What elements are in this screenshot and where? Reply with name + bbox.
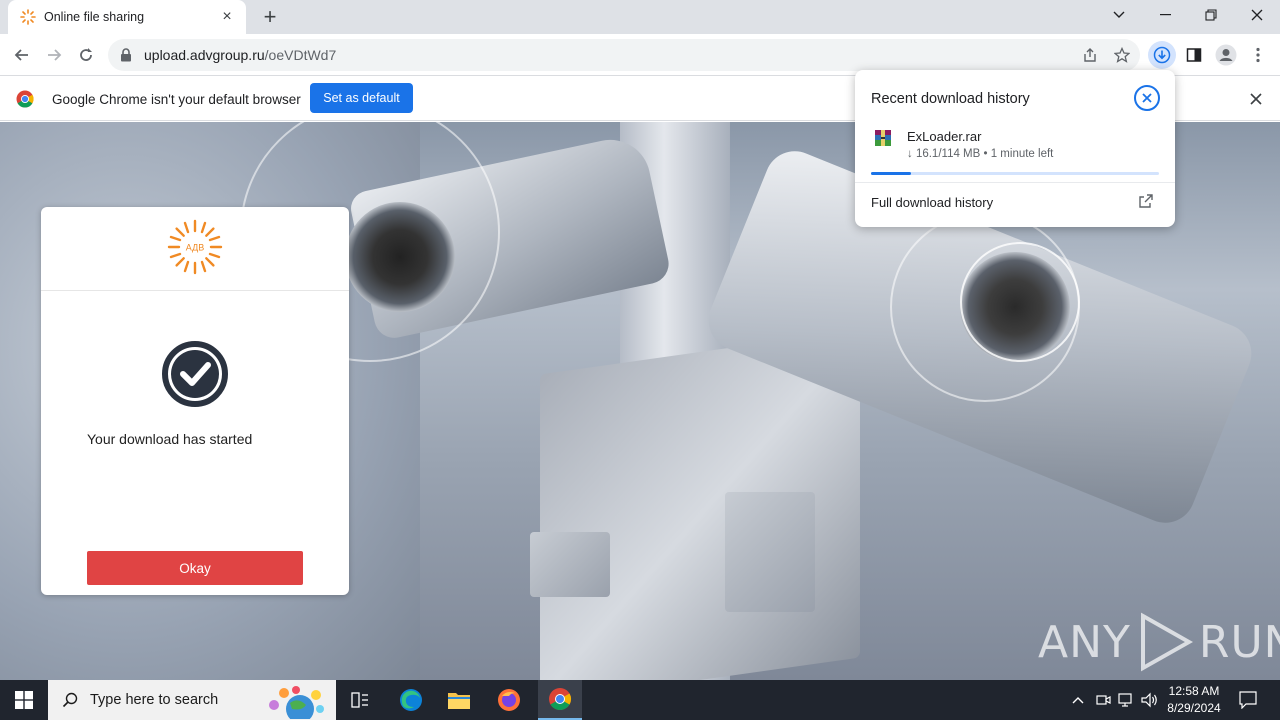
downloads-button[interactable]	[1148, 41, 1176, 69]
download-started-dialog: АДВ Your download has started Okay	[41, 207, 349, 595]
lock-icon[interactable]	[120, 48, 134, 62]
full-download-history-link[interactable]: Full download history	[871, 195, 993, 210]
taskbar-clock[interactable]: 12:58 AM 8/29/2024	[1166, 683, 1222, 717]
divider	[855, 182, 1175, 183]
download-started-message: Your download has started	[87, 431, 253, 447]
play-triangle-icon	[1140, 612, 1193, 672]
minimize-button[interactable]	[1142, 0, 1188, 30]
notification-center-icon[interactable]	[1237, 690, 1259, 710]
network-icon[interactable]	[1117, 690, 1137, 710]
task-view-icon[interactable]	[342, 680, 378, 720]
show-hidden-icons-chevron-icon[interactable]	[1068, 690, 1088, 710]
firefox-icon[interactable]	[490, 680, 528, 720]
open-external-icon[interactable]	[1139, 194, 1155, 210]
bookmark-star-icon[interactable]	[1111, 44, 1133, 66]
download-progress-fill	[871, 172, 912, 175]
browser-tab[interactable]: Online file sharing ×	[8, 0, 246, 34]
set-as-default-button[interactable]: Set as default	[310, 83, 413, 113]
download-bubble-close-icon[interactable]	[1134, 85, 1160, 111]
checkmark-circle-icon	[162, 341, 228, 407]
download-bubble: Recent download history ExLoader.rar ↓ 1…	[855, 70, 1175, 227]
address-bar[interactable]: upload.advgroup.ru/oeVDtWd7	[108, 39, 1140, 71]
search-highlight-illustration-icon	[262, 683, 328, 720]
edge-browser-icon[interactable]	[392, 680, 430, 720]
junction-box-image	[725, 492, 815, 612]
close-window-button[interactable]	[1234, 0, 1280, 30]
forward-button[interactable]	[40, 41, 68, 69]
windows-taskbar: Type here to search 12:58 AM 8/29/2024	[0, 680, 1280, 720]
url-path: /oeVDtWd7	[264, 47, 337, 63]
download-file-status: ↓ 16.1/114 MB • 1 minute left	[907, 148, 1054, 160]
tab-strip: Online file sharing × +	[0, 0, 1280, 34]
download-bubble-title: Recent download history	[871, 91, 1030, 107]
chrome-taskbar-icon[interactable]	[538, 680, 582, 720]
junction-box-image	[530, 532, 610, 597]
reload-button[interactable]	[72, 41, 100, 69]
taskbar-search-box[interactable]: Type here to search	[48, 680, 336, 720]
watermark-left: ANY	[1038, 616, 1131, 668]
share-icon[interactable]	[1079, 44, 1101, 66]
new-tab-button[interactable]: +	[258, 4, 282, 29]
meet-now-icon[interactable]	[1093, 690, 1113, 710]
windows-logo-icon	[15, 691, 33, 709]
download-file-name[interactable]: ExLoader.rar	[907, 129, 981, 144]
profile-avatar[interactable]	[1212, 41, 1240, 69]
infobar-close-icon[interactable]	[1246, 89, 1266, 109]
clock-time: 12:58 AM	[1168, 684, 1220, 698]
download-progress-bar	[871, 172, 1159, 175]
watermark-right: RUN	[1198, 616, 1280, 668]
back-button[interactable]	[8, 41, 36, 69]
anyrun-watermark: ANY RUN	[1038, 612, 1280, 672]
volume-icon[interactable]	[1140, 690, 1160, 710]
dialog-header: АДВ	[41, 207, 349, 291]
logo-text: АДВ	[186, 243, 204, 253]
side-panel-icon[interactable]	[1180, 41, 1208, 69]
restore-button[interactable]	[1188, 0, 1234, 30]
chrome-logo-icon	[16, 90, 34, 108]
tab-close-icon[interactable]: ×	[218, 8, 236, 26]
infobar-message: Google Chrome isn't your default browser	[52, 92, 301, 107]
url-host: upload.advgroup.ru	[144, 47, 265, 63]
rar-archive-icon	[874, 129, 892, 147]
site-favicon-icon	[20, 9, 36, 25]
clock-date: 8/29/2024	[1167, 701, 1221, 715]
tab-title: Online file sharing	[44, 10, 145, 24]
tab-search-chevron-icon[interactable]	[1096, 0, 1142, 30]
search-placeholder: Type here to search	[90, 692, 219, 708]
kebab-menu-icon[interactable]	[1244, 41, 1272, 69]
search-icon	[62, 692, 78, 708]
okay-button[interactable]: Okay	[87, 551, 303, 585]
adv-logo: АДВ	[167, 219, 223, 278]
start-button[interactable]	[0, 680, 48, 720]
file-explorer-icon[interactable]	[440, 680, 478, 720]
hud-ring-decoration	[960, 242, 1080, 362]
